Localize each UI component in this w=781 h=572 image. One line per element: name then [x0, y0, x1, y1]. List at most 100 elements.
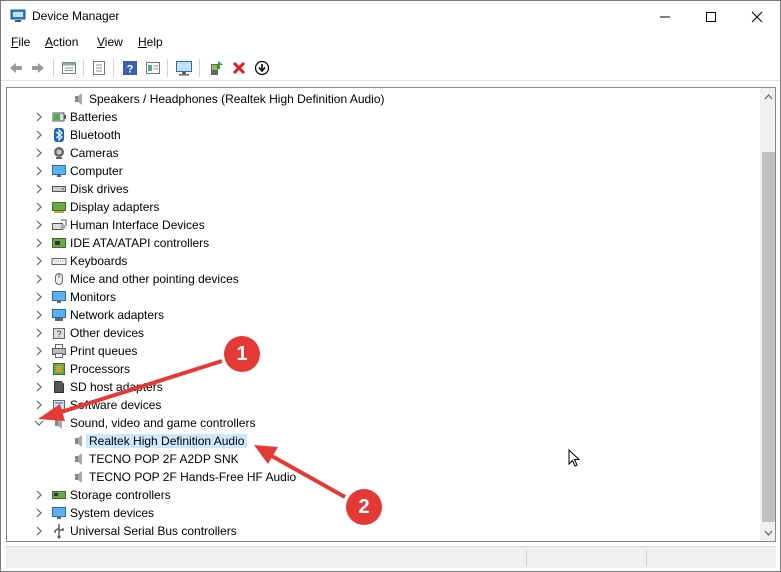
- chevron-right-icon: [36, 526, 42, 536]
- scroll-down-button[interactable]: [760, 524, 775, 541]
- speaker-icon: [75, 471, 82, 483]
- properties-icon: [62, 62, 76, 74]
- expand-chevron-icon[interactable]: [33, 306, 45, 324]
- properties-button[interactable]: [58, 57, 80, 79]
- update-list-icon: [93, 61, 105, 75]
- tree-category-label: Batteries: [70, 110, 118, 124]
- expand-chevron-icon[interactable]: [33, 216, 45, 234]
- tree-item-tecno-a2dp[interactable]: TECNO POP 2F A2DP SNK: [7, 450, 759, 468]
- expand-chevron-icon[interactable]: [33, 396, 45, 414]
- collapse-chevron-icon[interactable]: [33, 414, 45, 432]
- menu-file[interactable]: File: [11, 35, 30, 49]
- tree-category-sd-host-adapters[interactable]: SD host adapters: [7, 378, 759, 396]
- expand-chevron-icon[interactable]: [33, 522, 45, 540]
- tree-category-batteries[interactable]: Batteries: [7, 108, 759, 126]
- tree-category-label: Display adapters: [70, 200, 160, 214]
- menu-help[interactable]: Help: [138, 35, 163, 49]
- expand-chevron-icon[interactable]: [33, 486, 45, 504]
- expand-chevron-icon[interactable]: [33, 162, 45, 180]
- tree-category-usb-controllers[interactable]: Universal Serial Bus controllers: [7, 522, 759, 540]
- tree-category-hid[interactable]: Human Interface Devices: [7, 216, 759, 234]
- tree-category-system-devices[interactable]: System devices: [7, 504, 759, 522]
- vertical-scrollbar[interactable]: [760, 88, 775, 541]
- status-divider: [526, 550, 527, 566]
- tree-category-keyboards[interactable]: Keyboards: [7, 252, 759, 270]
- other-devices-icon: ?: [53, 328, 65, 339]
- forward-button[interactable]: [27, 57, 49, 79]
- minimize-button[interactable]: [642, 1, 688, 32]
- tree-category-print-queues[interactable]: Print queues: [7, 342, 759, 360]
- scrollbar-thumb[interactable]: [762, 152, 775, 522]
- expand-chevron-icon[interactable]: [33, 342, 45, 360]
- tree-category-label: Software devices: [70, 398, 162, 412]
- tree-category-processors[interactable]: Processors: [7, 360, 759, 378]
- monitor-icon: [176, 61, 192, 76]
- svg-text:?: ?: [127, 64, 134, 76]
- expand-chevron-icon[interactable]: [33, 198, 45, 216]
- expand-chevron-icon[interactable]: [33, 144, 45, 162]
- tree-category-disk-drives[interactable]: Disk drives: [7, 180, 759, 198]
- chevron-right-icon: [36, 400, 42, 410]
- tree-category-ide-ata[interactable]: IDE ATA/ATAPI controllers: [7, 234, 759, 252]
- tree-item-tecno-handsfree[interactable]: TECNO POP 2F Hands-Free HF Audio: [7, 468, 759, 486]
- chevron-right-icon: [36, 292, 42, 302]
- tree-item-label: TECNO POP 2F A2DP SNK: [89, 452, 239, 466]
- back-button[interactable]: [5, 57, 27, 79]
- tree-category-network-adapters[interactable]: Network adapters: [7, 306, 759, 324]
- tree-item-realtek-hd-audio[interactable]: Realtek High Definition Audio: [7, 432, 759, 450]
- tree-category-sound-video-game[interactable]: Sound, video and game controllers: [7, 414, 759, 432]
- tree-category-storage-controllers[interactable]: Storage controllers: [7, 486, 759, 504]
- expand-chevron-icon[interactable]: [33, 126, 45, 144]
- update-driver-button[interactable]: [205, 57, 227, 79]
- chevron-right-icon: [36, 130, 42, 140]
- tree-category-display-adapters[interactable]: Display adapters: [7, 198, 759, 216]
- title-bar: Device Manager: [1, 1, 780, 32]
- scan-hardware-button[interactable]: [173, 57, 195, 79]
- tree-category-computer[interactable]: Computer: [7, 162, 759, 180]
- update-list-button[interactable]: [88, 57, 110, 79]
- expand-chevron-icon[interactable]: [33, 288, 45, 306]
- expand-chevron-icon[interactable]: [33, 180, 45, 198]
- close-button[interactable]: [734, 1, 780, 32]
- mouse-icon: [55, 273, 63, 285]
- toolbar-separator: [113, 59, 114, 77]
- battery-icon: [52, 112, 66, 122]
- tree-category-mice[interactable]: Mice and other pointing devices: [7, 270, 759, 288]
- expand-chevron-icon[interactable]: [33, 234, 45, 252]
- maximize-button[interactable]: [688, 1, 734, 32]
- tree-category-software-devices[interactable]: Software devices: [7, 396, 759, 414]
- menu-help-accel: H: [138, 35, 147, 49]
- menu-action[interactable]: Action: [45, 35, 78, 49]
- tree-item-label: TECNO POP 2F Hands-Free HF Audio: [89, 470, 297, 484]
- menu-view[interactable]: View: [97, 35, 123, 49]
- enable-device-button[interactable]: [251, 57, 273, 79]
- chevron-down-icon: [34, 420, 44, 426]
- scroll-up-button[interactable]: [760, 88, 775, 105]
- chevron-right-icon: [36, 346, 42, 356]
- details-button[interactable]: [142, 57, 164, 79]
- back-icon: [10, 63, 22, 73]
- expand-chevron-icon[interactable]: [33, 270, 45, 288]
- expand-chevron-icon[interactable]: [33, 108, 45, 126]
- tree-category-label: Processors: [70, 362, 131, 376]
- help-button[interactable]: ?: [119, 57, 141, 79]
- tree-category-cameras[interactable]: Cameras: [7, 144, 759, 162]
- expand-chevron-icon[interactable]: [33, 360, 45, 378]
- device-tree-pane[interactable]: Speakers / Headphones (Realtek High Defi…: [6, 87, 776, 542]
- tree-category-other-devices[interactable]: ? Other devices: [7, 324, 759, 342]
- expand-chevron-icon[interactable]: [33, 504, 45, 522]
- chevron-right-icon: [36, 148, 42, 158]
- maximize-icon: [706, 11, 716, 22]
- tree-category-bluetooth[interactable]: Bluetooth: [7, 126, 759, 144]
- chevron-right-icon: [36, 202, 42, 212]
- expand-chevron-icon[interactable]: [33, 378, 45, 396]
- tree-category-label: Print queues: [70, 344, 138, 358]
- uninstall-button[interactable]: [228, 57, 250, 79]
- expand-chevron-icon[interactable]: [33, 252, 45, 270]
- menu-file-rest: ile: [18, 35, 31, 49]
- tree-category-monitors[interactable]: Monitors: [7, 288, 759, 306]
- expand-chevron-icon[interactable]: [33, 324, 45, 342]
- tree-item-speakers-headphones[interactable]: Speakers / Headphones (Realtek High Defi…: [7, 90, 759, 108]
- device-manager-app-icon: [10, 9, 26, 22]
- window-title: Device Manager: [32, 9, 120, 23]
